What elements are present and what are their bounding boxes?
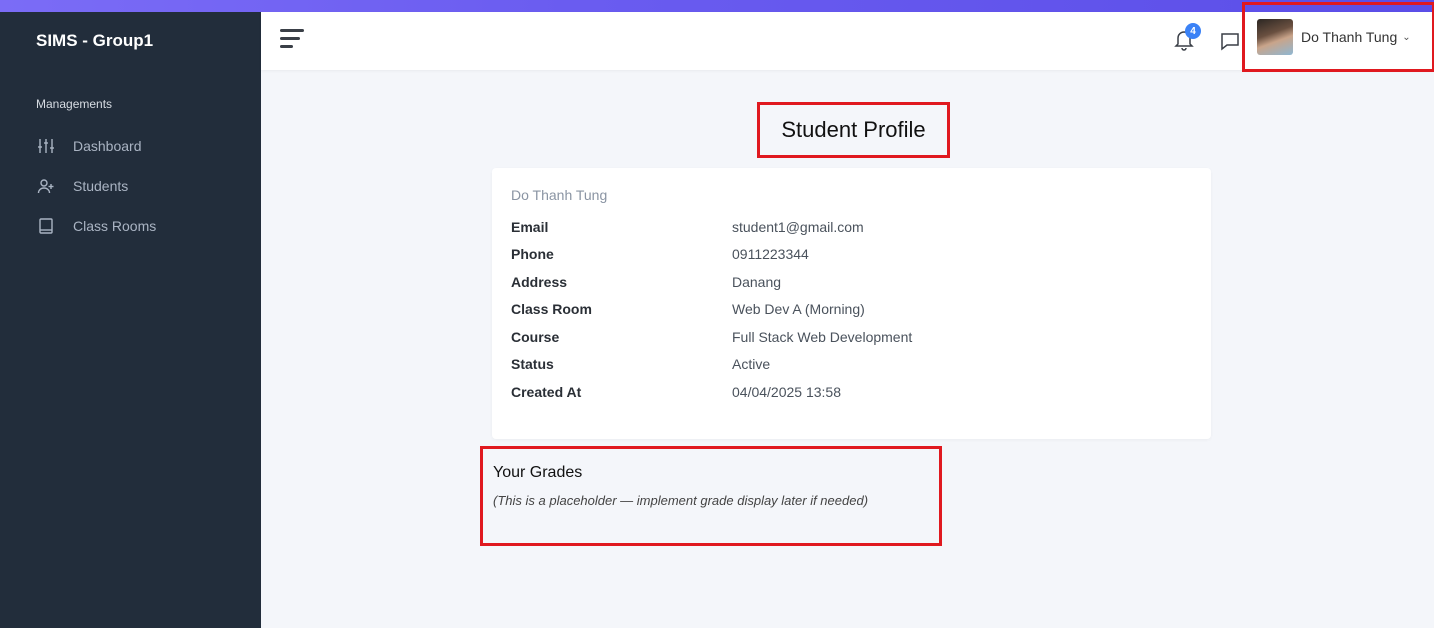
grades-title: Your Grades [493,464,582,482]
profile-row-course: Course Full Stack Web Development [511,323,912,351]
profile-fields: Email student1@gmail.com Phone 091122334… [511,213,912,406]
field-label: Phone [511,246,732,262]
brand-title[interactable]: SIMS - Group1 [36,31,153,51]
sliders-icon [36,136,56,156]
field-label: Course [511,329,732,345]
sidebar-nav: Dashboard Students Class Rooms [36,126,156,246]
profile-card: Do Thanh Tung Email student1@gmail.com P… [492,168,1211,439]
notification-badge: 4 [1185,23,1201,39]
profile-row-status: Status Active [511,351,912,379]
topbar: 4 Do Thanh Tung ⌄ [261,12,1434,70]
profile-row-class-room: Class Room Web Dev A (Morning) [511,296,912,324]
grades-placeholder-note: (This is a placeholder — implement grade… [493,493,868,508]
avatar [1257,19,1293,55]
field-label: Class Room [511,301,732,317]
field-label: Created At [511,384,732,400]
field-value: student1@gmail.com [732,219,864,235]
app-shell: SIMS - Group1 Managements Dashboard [0,12,1434,628]
profile-row-phone: Phone 0911223344 [511,241,912,269]
field-value: Active [732,356,770,372]
student-name: Do Thanh Tung [511,187,607,203]
book-icon [36,216,56,236]
sidebar-item-label: Students [73,178,128,194]
field-label: Email [511,219,732,235]
sidebar-section-label: Managements [36,97,112,111]
field-value: Danang [732,274,781,290]
page-title-box: Student Profile [757,102,950,158]
sidebar-item-class-rooms[interactable]: Class Rooms [36,206,156,246]
profile-row-address: Address Danang [511,268,912,296]
user-name: Do Thanh Tung [1301,29,1397,45]
profile-row-created-at: Created At 04/04/2025 13:58 [511,378,912,406]
main-content: 4 Do Thanh Tung ⌄ Student Profile Do Tha… [261,12,1434,628]
field-value: Web Dev A (Morning) [732,301,865,317]
sidebar: SIMS - Group1 Managements Dashboard [0,12,261,628]
field-value: Full Stack Web Development [732,329,912,345]
menu-toggle-icon[interactable] [280,29,304,49]
grades-section: Your Grades (This is a placeholder — imp… [480,446,942,546]
chat-icon[interactable] [1220,31,1240,51]
sidebar-item-label: Dashboard [73,138,142,154]
sidebar-item-dashboard[interactable]: Dashboard [36,126,156,166]
user-menu[interactable]: Do Thanh Tung ⌄ [1242,2,1434,72]
profile-row-email: Email student1@gmail.com [511,213,912,241]
field-value: 0911223344 [732,246,809,262]
chevron-down-icon: ⌄ [1402,32,1410,43]
sidebar-item-students[interactable]: Students [36,166,156,206]
field-value: 04/04/2025 13:58 [732,384,841,400]
field-label: Address [511,274,732,290]
sidebar-item-label: Class Rooms [73,218,156,234]
field-label: Status [511,356,732,372]
user-plus-icon [36,176,56,196]
page-title: Student Profile [781,117,925,143]
